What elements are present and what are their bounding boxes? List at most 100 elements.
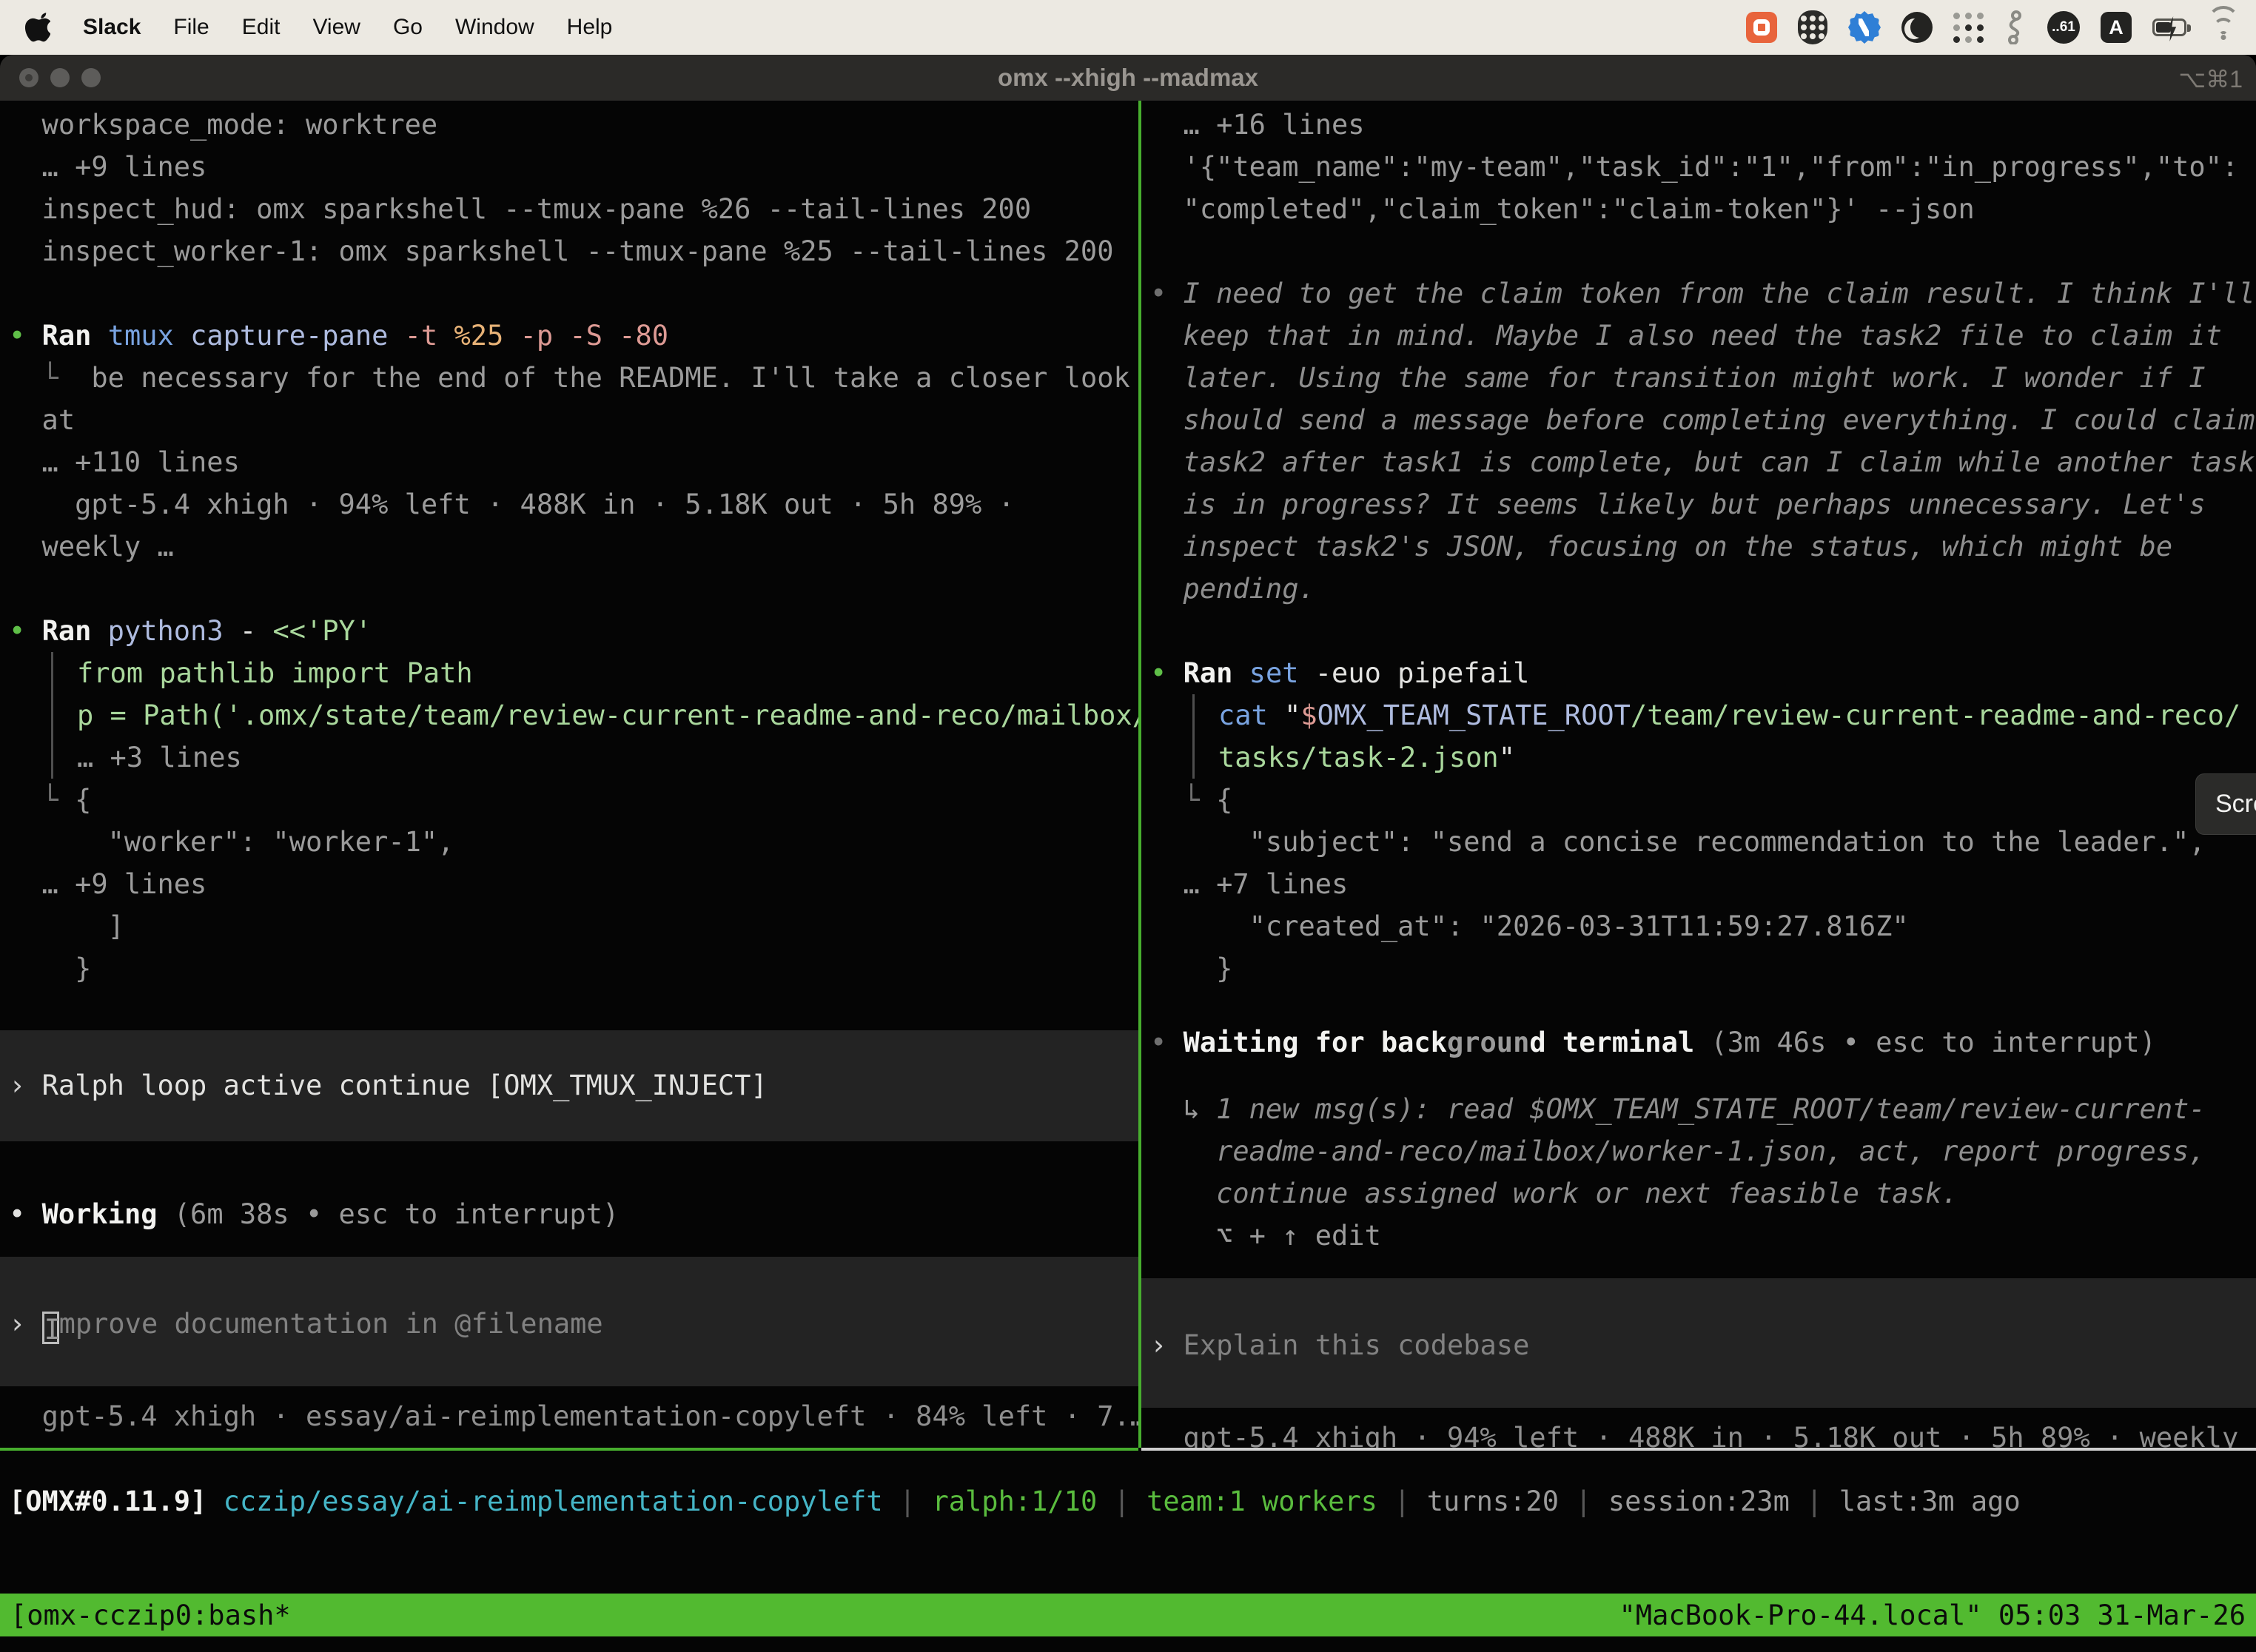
menu-app-name[interactable]: Slack: [83, 15, 141, 40]
terminal-line: › Ralph loop active continue [OMX_TMUX_I…: [9, 1064, 1138, 1107]
command-output-group: cat "$OMX_TEAM_STATE_ROOT/team/review-cu…: [1192, 694, 2256, 779]
right-scrollback: … +16 lines '{"team_name":"my-team","tas…: [1150, 104, 2256, 1257]
terminal-line: continue assigned work or next feasible …: [1150, 1172, 2256, 1215]
terminal-line: • I need to get the claim token from the…: [1150, 272, 2256, 315]
terminal-line: at: [9, 399, 1138, 441]
app-squiggle-icon[interactable]: [2004, 10, 2027, 44]
left-scrollback: workspace_mode: worktree … +9 lines insp…: [9, 104, 1138, 990]
terminal-line: • Working (6m 38s • esc to interrupt): [9, 1193, 1138, 1235]
pane-divider-vertical[interactable]: [1138, 101, 1141, 1448]
terminal-line: … +9 lines: [9, 863, 1138, 905]
terminal-line: • Ran set -euo pipefail: [1150, 652, 2256, 694]
menu-item-window[interactable]: Window: [455, 15, 534, 40]
minimize-button[interactable]: [50, 68, 70, 87]
pane-left[interactable]: workspace_mode: worktree … +9 lines insp…: [0, 101, 1138, 1448]
terminal-line: keep that in mind. Maybe I also need the…: [1150, 315, 2256, 357]
terminal-line: pending.: [1150, 568, 2256, 610]
terminal-line: from pathlib import Path: [77, 652, 1138, 694]
terminal-line: └ {: [1150, 779, 2256, 821]
terminal-line: readme-and-reco/mailbox/worker-1.json, a…: [1150, 1130, 2256, 1172]
prompt-chevron: ›: [1150, 1329, 1184, 1361]
screen-tooltip: Scre: [2195, 773, 2256, 835]
terminal-line: workspace_mode: worktree: [9, 104, 1138, 146]
menu-bar: Slack File Edit View Go Window Help ..61…: [0, 0, 2256, 55]
window-shortcut-hint: ⌥⌘1: [2178, 65, 2243, 93]
terminal-line: … +110 lines: [9, 441, 1138, 483]
terminal-line: p = Path('.omx/state/team/review-current…: [77, 694, 1138, 736]
prompt-input-left[interactable]: › Improve documentation in @filename: [0, 1257, 1138, 1386]
terminal-line: … +9 lines: [9, 146, 1138, 188]
window-titlebar[interactable]: omx --xhigh --madmax ⌥⌘1: [0, 55, 2256, 101]
pane-right[interactable]: … +16 lines '{"team_name":"my-team","tas…: [1141, 101, 2256, 1448]
wifi-icon[interactable]: [2207, 15, 2240, 40]
crescent-app-icon[interactable]: [1901, 12, 1933, 43]
apple-menu-icon[interactable]: [25, 13, 50, 42]
window-title: omx --xhigh --madmax: [0, 64, 2256, 92]
terminal-line: cat "$OMX_TEAM_STATE_ROOT/team/review-cu…: [1218, 694, 2256, 736]
menu-item-help[interactable]: Help: [567, 15, 613, 40]
terminal-line: [OMX#0.11.9] cczip/essay/ai-reimplementa…: [9, 1480, 2256, 1522]
terminal-line: inspect_worker-1: omx sparkshell --tmux-…: [9, 230, 1138, 272]
right-model-statusline: gpt-5.4 xhigh · 94% left · 488K in · 5.1…: [1150, 1417, 2256, 1448]
percent-badge-icon[interactable]: ..61: [2047, 11, 2080, 44]
terminal-line: [1150, 230, 2256, 272]
tmux-status-bar: [omx-cczip0:bash* "MacBook-Pro-44.local"…: [0, 1594, 2256, 1636]
terminal-line: gpt-5.4 xhigh · 94% left · 488K in · 5.1…: [9, 483, 1138, 526]
keyboard-shield-icon[interactable]: [1798, 10, 1827, 44]
terminal-line: inspect_hud: omx sparkshell --tmux-pane …: [9, 188, 1138, 230]
dots-grid-icon[interactable]: [1953, 13, 1984, 43]
terminal-line: ]: [9, 905, 1138, 947]
terminal-line: • Ran python3 - <<'PY': [9, 610, 1138, 652]
menu-item-edit[interactable]: Edit: [242, 15, 281, 40]
terminal-line: "worker": "worker-1",: [9, 821, 1138, 863]
terminal-line: └ be necessary for the end of the README…: [9, 357, 1138, 399]
terminal-line: tasks/task-2.json": [1218, 736, 2256, 779]
terminal-line: should send a message before completing …: [1150, 399, 2256, 441]
menu-item-go[interactable]: Go: [393, 15, 423, 40]
terminal-line: '{"team_name":"my-team","task_id":"1","f…: [1150, 146, 2256, 188]
text-cursor: I: [42, 1312, 59, 1344]
terminal-line: [9, 568, 1138, 610]
left-model-statusline: gpt-5.4 xhigh · essay/ai-reimplementatio…: [9, 1395, 1138, 1437]
terminal-line: ↳ 1 new msg(s): read $OMX_TEAM_STATE_ROO…: [1150, 1088, 2256, 1130]
input-placeholder: Explain this codebase: [1184, 1329, 1530, 1361]
terminal-line: }: [1150, 947, 2256, 990]
terminal-line: … +16 lines: [1150, 104, 2256, 146]
screen-recording-icon[interactable]: [1746, 12, 1777, 43]
terminal-line: • Waiting for background terminal (3m 46…: [1150, 1021, 2256, 1064]
terminal-line: inspect task2's JSON, focusing on the st…: [1150, 526, 2256, 568]
working-status: • Working (6m 38s • esc to interrupt): [9, 1193, 1138, 1235]
omx-status-pane: [OMX#0.11.9] cczip/essay/ai-reimplementa…: [0, 1451, 2256, 1594]
terminal-line: └ {: [9, 779, 1138, 821]
terminal-content: workspace_mode: worktree … +9 lines insp…: [0, 101, 2256, 1652]
terminal-line: weekly …: [9, 526, 1138, 568]
terminal-line: • Ran tmux capture-pane -t %25 -p -S -80: [9, 315, 1138, 357]
terminal-line: ⌥ + ↑ edit: [1150, 1215, 2256, 1257]
terminal-line: is in progress? It seems likely but perh…: [1150, 483, 2256, 526]
terminal-line: "subject": "send a concise recommendatio…: [1150, 821, 2256, 863]
terminal-line: "completed","claim_token":"claim-token"}…: [1150, 188, 2256, 230]
terminal-line: … +3 lines: [77, 736, 1138, 779]
input-source-icon[interactable]: A: [2101, 12, 2132, 43]
terminal-line: … +7 lines: [1150, 863, 2256, 905]
battery-icon[interactable]: [2152, 19, 2186, 36]
command-output-group: from pathlib import Pathp = Path('.omx/s…: [51, 652, 1138, 779]
menu-item-file[interactable]: File: [173, 15, 209, 40]
terminal-window: omx --xhigh --madmax ⌥⌘1 workspace_mode:…: [0, 55, 2256, 1652]
input-placeholder: mprove documentation in @filename: [59, 1308, 603, 1340]
terminal-line: }: [9, 947, 1138, 990]
close-button[interactable]: [19, 68, 38, 87]
terminal-line: task2 after task1 is complete, but can I…: [1150, 441, 2256, 483]
terminal-line: "created_at": "2026-03-31T11:59:27.816Z": [1150, 905, 2256, 947]
tmux-session-label[interactable]: [omx-cczip0:bash*: [10, 1594, 291, 1636]
terminal-line: [9, 272, 1138, 315]
terminal-line: [1150, 610, 2256, 652]
menu-item-view[interactable]: View: [312, 15, 360, 40]
ralph-loop-banner: › Ralph loop active continue [OMX_TMUX_I…: [0, 1030, 1138, 1141]
prompt-chevron: ›: [9, 1308, 42, 1340]
prompt-input-right[interactable]: › Explain this codebase: [1141, 1278, 2256, 1408]
omx-status-line: [OMX#0.11.9] cczip/essay/ai-reimplementa…: [9, 1480, 2256, 1522]
terminal-line: later. Using the same for transition mig…: [1150, 357, 2256, 399]
notification-burst-icon[interactable]: [1848, 11, 1881, 44]
zoom-button[interactable]: [81, 68, 101, 87]
